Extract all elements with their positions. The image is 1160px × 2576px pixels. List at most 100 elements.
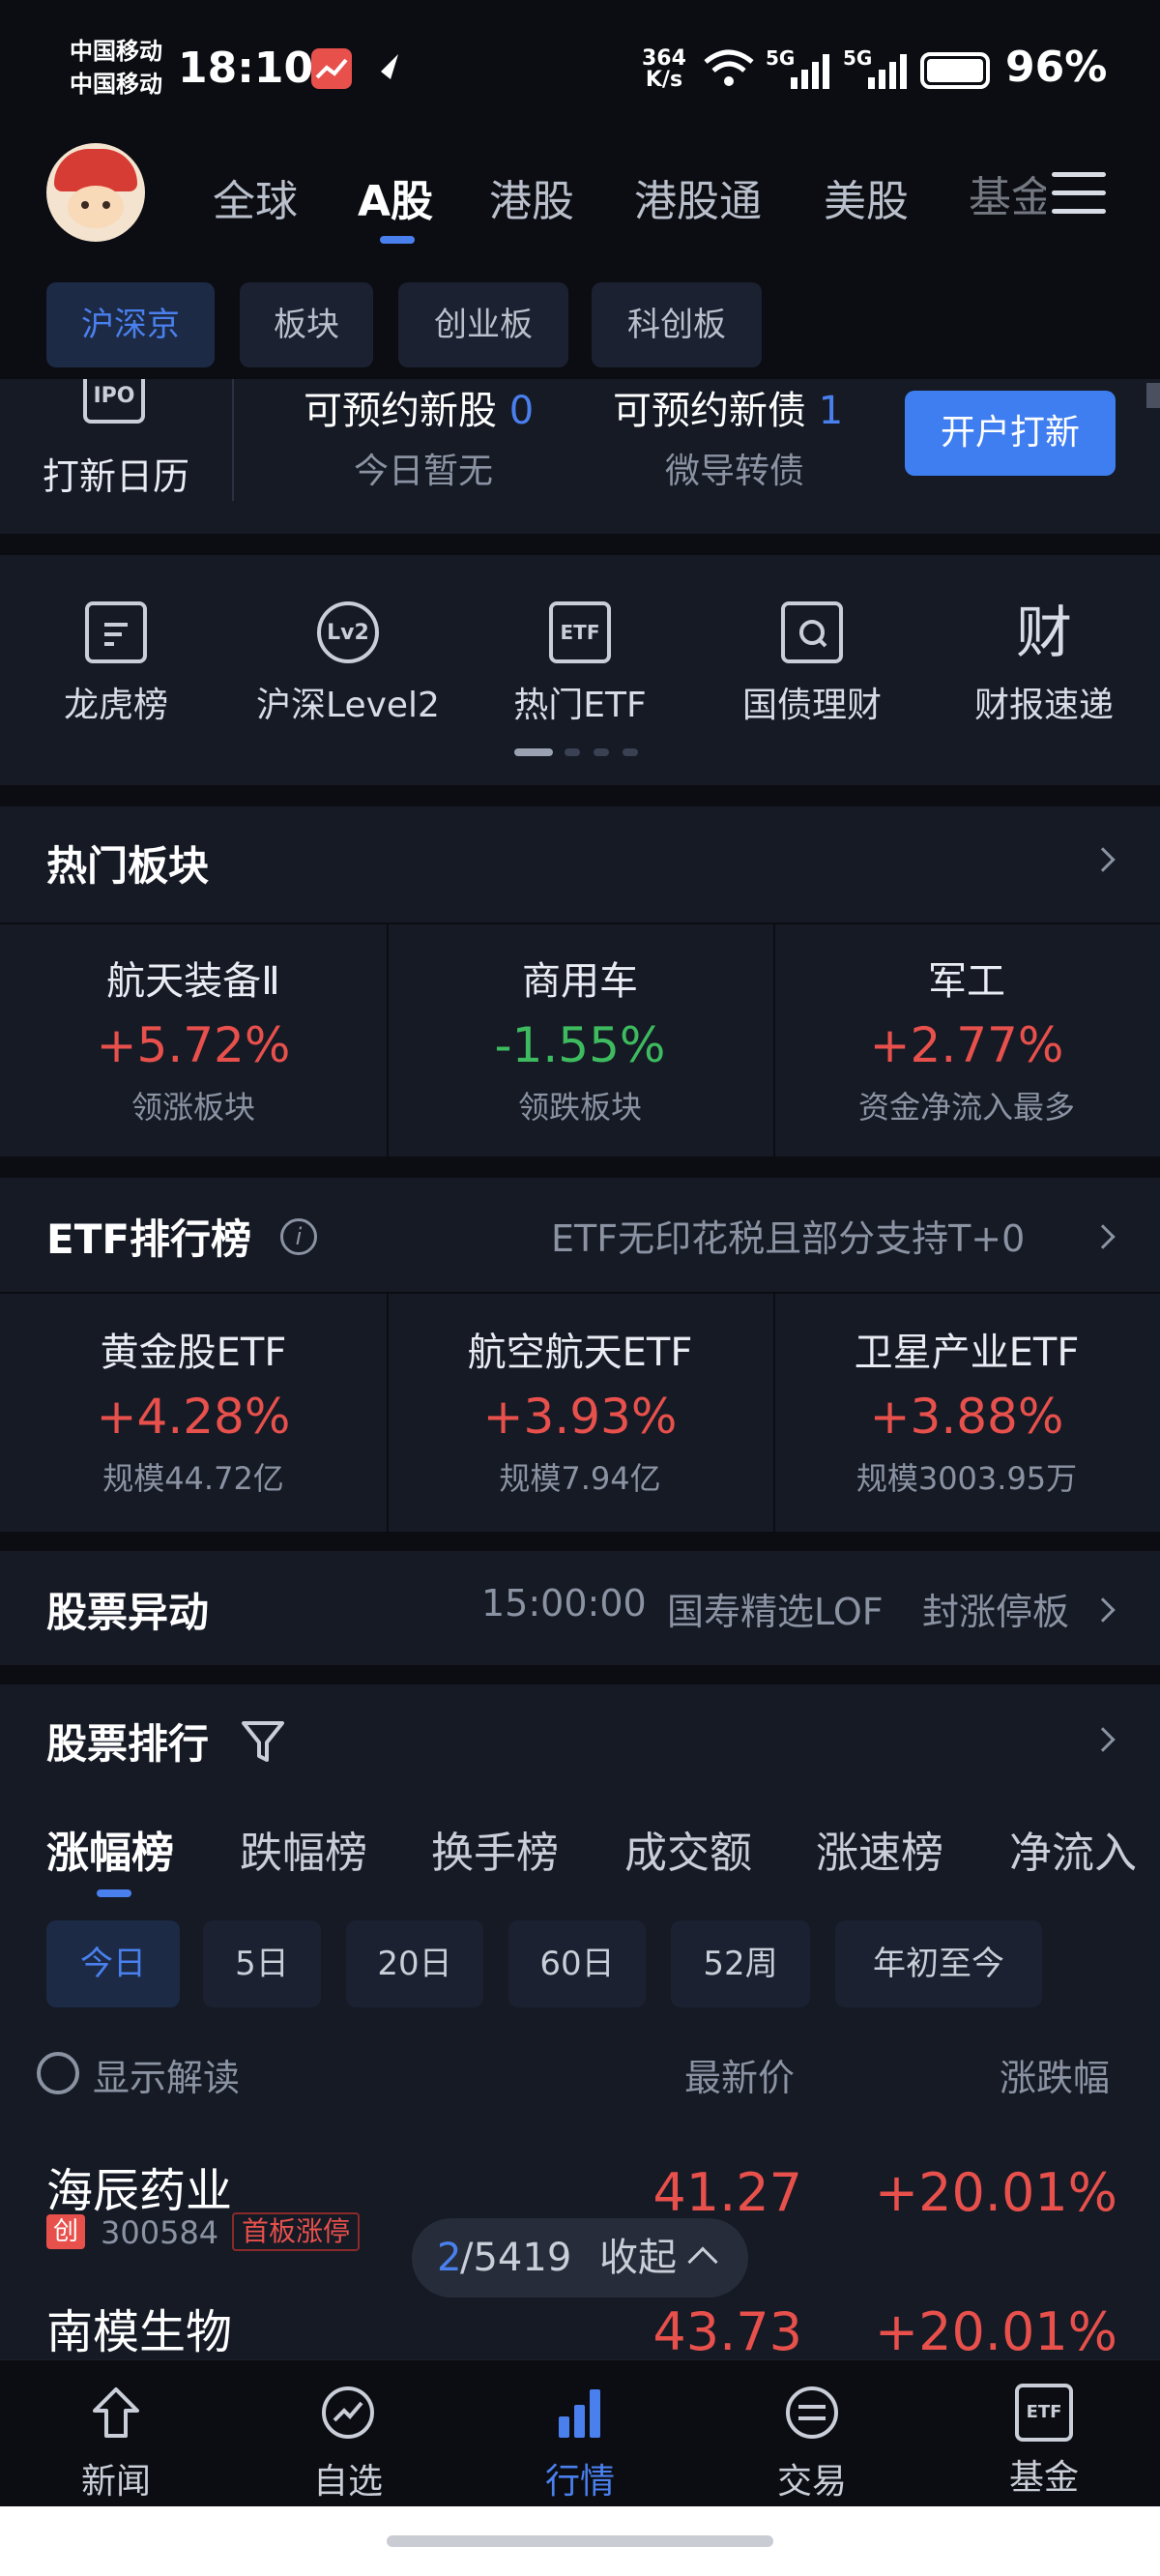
sector-card[interactable]: 航天装备Ⅱ +5.72% 领涨板块 — [0, 950, 387, 1127]
avatar[interactable] — [46, 143, 145, 242]
bond-icon — [781, 601, 843, 663]
sector-card[interactable]: 军工 +2.77% 资金净流入最多 — [773, 950, 1160, 1127]
quick-label-bond: 国债理财 — [741, 686, 882, 725]
etf-name: 航空航天ETF — [467, 1331, 693, 1375]
sector-name: 商用车 — [522, 959, 638, 1004]
new-stocks-sub: 今日暂无 — [354, 452, 494, 491]
quick-label-level2: 沪深Level2 — [256, 686, 440, 725]
chinext-badge: 创 — [46, 2214, 85, 2249]
subtab-sector[interactable]: 板块 — [240, 282, 373, 367]
new-bonds[interactable]: 可预约新债 1 — [613, 379, 843, 435]
tab-global[interactable]: 全球 — [213, 166, 298, 228]
clock: 18:10 — [178, 44, 314, 93]
sector-change: +2.77% — [869, 1017, 1064, 1073]
subtab-chinext[interactable]: 创业板 — [398, 282, 568, 367]
battery-level: 96% — [1005, 43, 1108, 92]
rank-tab-indicator — [97, 1889, 131, 1897]
rank-tab-gainers[interactable]: 涨幅榜 — [46, 1818, 174, 1880]
rank-tab-inflow[interactable]: 净流入 — [1009, 1818, 1137, 1880]
nav-news[interactable]: 新闻 — [29, 2384, 203, 2503]
filter-icon[interactable] — [240, 1717, 286, 1768]
stock-name[interactable]: 南模生物 — [46, 2294, 232, 2361]
quick-item-longhubang[interactable]: 龙虎榜 — [10, 601, 222, 727]
nav-market[interactable]: 行情 — [493, 2384, 667, 2503]
rank-tab-turnover[interactable]: 换手榜 — [431, 1818, 559, 1880]
period-ytd[interactable]: 年初至今 — [835, 1920, 1042, 2007]
rank-tab-speed[interactable]: 涨速榜 — [816, 1818, 943, 1880]
nav-watchlist-label: 自选 — [312, 2462, 383, 2502]
signal-1-icon — [785, 50, 833, 95]
chevron-right-icon[interactable] — [1090, 1224, 1116, 1249]
page-dot-active — [514, 748, 553, 756]
period-60d[interactable]: 60日 — [508, 1920, 646, 2007]
chevron-right-icon[interactable] — [1090, 1597, 1116, 1623]
stock-ranking-title: 股票排行 — [46, 1720, 210, 1768]
sector-card[interactable]: 商用车 -1.55% 领跌板块 — [387, 950, 773, 1127]
tab-hk[interactable]: 港股 — [489, 166, 574, 228]
etf-card[interactable]: 卫星产业ETF +3.88% 规模3003.95万 — [773, 1321, 1160, 1499]
divider — [0, 922, 1160, 924]
etf-name: 卫星产业ETF — [854, 1331, 1080, 1375]
page-dot — [594, 748, 609, 756]
stock-movement-panel[interactable]: 股票异动 15:00:00 国寿精选LOF 封涨停板 — [0, 1551, 1160, 1665]
etf-card[interactable]: 航空航天ETF +3.93% 规模7.94亿 — [387, 1321, 773, 1499]
quick-label-longhubang: 龙虎榜 — [63, 686, 168, 725]
rank-tab-volume[interactable]: 成交额 — [624, 1818, 752, 1880]
info-icon[interactable]: i — [280, 1218, 317, 1255]
col-change-header[interactable]: 涨跌幅 — [1000, 2048, 1110, 2101]
nav-trade[interactable]: 交易 — [725, 2384, 899, 2503]
menu-icon[interactable] — [1052, 172, 1106, 217]
quick-item-level2[interactable]: Lv2 沪深Level2 — [242, 601, 454, 727]
new-bonds-sub: 微导转债 — [665, 452, 805, 491]
period-5d[interactable]: 5日 — [203, 1920, 321, 2007]
stock-name[interactable]: 海辰药业 — [46, 2152, 232, 2220]
sector-name: 航天装备Ⅱ — [106, 959, 280, 1004]
nav-trade-label: 交易 — [776, 2462, 847, 2502]
period-52w[interactable]: 52周 — [671, 1920, 810, 2007]
tab-a-share-indicator — [380, 236, 415, 244]
chevron-right-icon[interactable] — [1090, 847, 1116, 872]
app-notify-icon — [311, 48, 352, 89]
collapse-label: 收起 — [599, 2236, 677, 2280]
subtab-hs-bj[interactable]: 沪深京 — [46, 282, 215, 367]
tab-us[interactable]: 美股 — [824, 166, 909, 228]
etf-scale: 规模44.72亿 — [102, 1460, 284, 1497]
quick-item-etf[interactable]: ETF 热门ETF — [474, 601, 686, 727]
interpret-label[interactable]: 显示解读 — [93, 2048, 240, 2101]
open-account-button[interactable]: 开户打新 — [905, 391, 1116, 476]
tab-a-share[interactable]: A股 — [358, 166, 433, 228]
subtab-star[interactable]: 科创板 — [592, 282, 762, 367]
etf-card[interactable]: 黄金股ETF +4.28% 规模44.72亿 — [0, 1321, 387, 1499]
sector-note: 资金净流入最多 — [857, 1089, 1075, 1126]
etf-note[interactable]: ETF无印花税且部分支持T+0 — [551, 1209, 1025, 1262]
etf-change: +3.93% — [482, 1389, 678, 1445]
col-price-header[interactable]: 最新价 — [684, 2048, 795, 2101]
list-doc-icon — [85, 601, 147, 663]
page-current: 2 — [437, 2236, 462, 2280]
pagination-pill[interactable]: 2 /5419 收起 — [412, 2218, 748, 2298]
net-speed: 364 K/s — [642, 46, 686, 92]
stock-code: 300584 — [101, 2214, 219, 2251]
new-stocks[interactable]: 可预约新股 0 — [304, 379, 534, 435]
movement-time: 15:00:00 — [481, 1582, 647, 1625]
quick-label-etf: 热门ETF — [513, 686, 647, 725]
quick-item-bond[interactable]: 国债理财 — [706, 601, 918, 727]
home-indicator[interactable] — [387, 2535, 773, 2547]
exchange-icon — [786, 2386, 838, 2439]
period-20d[interactable]: 20日 — [346, 1920, 483, 2007]
quick-item-report[interactable]: 财 财报速递 — [938, 601, 1150, 727]
period-today[interactable]: 今日 — [46, 1920, 180, 2007]
ipo-calendar-label[interactable]: 打新日历 — [43, 447, 189, 500]
tab-hk-connect[interactable]: 港股通 — [634, 166, 762, 228]
rank-tab-losers[interactable]: 跌幅榜 — [240, 1818, 367, 1880]
nav-fund-label: 基金 — [1008, 2458, 1079, 2498]
etf-name: 黄金股ETF — [100, 1331, 287, 1375]
stock-movement-title: 股票异动 — [46, 1589, 210, 1636]
tab-fund[interactable]: 基金 — [969, 162, 1046, 224]
stock-price: 41.27 — [652, 2162, 802, 2223]
nav-fund[interactable]: ETF 基金 — [957, 2384, 1131, 2500]
etf-icon: ETF — [549, 601, 611, 663]
interpret-radio[interactable] — [37, 2052, 79, 2094]
nav-watchlist[interactable]: 自选 — [261, 2384, 435, 2503]
movement-stock: 国寿精选LOF — [667, 1591, 884, 1633]
